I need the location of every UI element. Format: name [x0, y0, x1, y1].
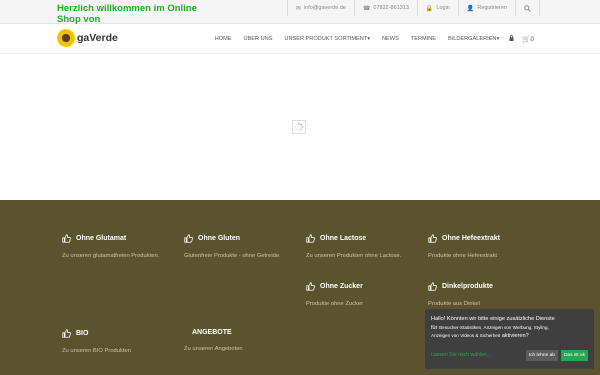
chevron-down-icon: ▾ [496, 36, 500, 42]
nav-termine[interactable]: TERMINE [405, 36, 442, 42]
feature-ohne-hefeextrakt[interactable]: Ohne Hefeextrakt Produkte ohne Hefeextra… [428, 234, 538, 260]
lock-icon: 🔒 [425, 5, 434, 12]
top-bar: Herzlich willkommen im Online Shop von ✉… [0, 0, 600, 25]
feature-title: Ohne Gluten [198, 235, 240, 242]
thumbs-up-icon [62, 234, 71, 243]
main-nav: HOME ÜBER UNS UNSER PRODUKT SORTIMENT▾ N… [209, 24, 538, 54]
feature-angebote[interactable]: ANGEBOTE Zu unseren Angeboten [184, 329, 294, 353]
thumbs-up-icon [306, 282, 315, 291]
login-link[interactable]: 🔒 Login [416, 0, 458, 16]
cart-button[interactable]: 🛒0 [518, 35, 538, 43]
nav-products-label: UNSER PRODUKT SORTIMENT [284, 36, 368, 42]
lock-icon [509, 35, 514, 41]
feature-title: Ohne Zucker [320, 283, 363, 290]
feature-title: BIO [76, 330, 89, 337]
nav-home[interactable]: HOME [209, 36, 238, 42]
feature-desc: Zu unseren Angeboten [184, 346, 243, 352]
feature-desc: Zu unseren BIO Produkten [62, 348, 131, 354]
phone-label: 07822-861313 [373, 5, 409, 11]
thumbs-up-icon [306, 234, 315, 243]
welcome-text: Herzlich willkommen im Online Shop von [57, 3, 197, 25]
phone-icon: ☎ [362, 5, 371, 12]
feature-ohne-gluten[interactable]: Ohne Gluten Glutenfreie Produkte - ohne … [184, 234, 294, 260]
user-icon: 👤 [466, 5, 475, 12]
nav-about[interactable]: ÜBER UNS [238, 36, 279, 42]
logo-text: gaVerde [77, 32, 118, 44]
cookie-actions: Lassen Sie mich wählen... Ich lehne ab D… [431, 348, 588, 362]
cookie-line-3-small: Anzeigen von Videos & Sicherheit [431, 333, 501, 338]
chevron-down-icon: ▾ [367, 36, 371, 42]
phone-link[interactable]: ☎ 07822-861313 [353, 0, 417, 16]
cookie-decline-button[interactable]: Ich lehne ab [525, 349, 558, 361]
main-header: gaVerde HOME ÜBER UNS UNSER PRODUKT SORT… [0, 24, 600, 54]
feature-title: ANGEBOTE [192, 329, 232, 336]
search-icon [524, 4, 531, 12]
email-link[interactable]: ✉ info@gaverde.de [286, 0, 354, 16]
feature-title: Dinkelprodukte [442, 283, 493, 290]
cookie-line-1: Hallo! Könnten wir bitte einige zusätzli… [431, 316, 555, 322]
feature-desc: Produkte aus Dinkel [428, 301, 480, 307]
thumbs-up-icon [62, 329, 71, 338]
top-links: ✉ info@gaverde.de ☎ 07822-861313 🔒 Login… [286, 0, 540, 16]
login-label: Login [436, 5, 450, 11]
feature-ohne-lactose[interactable]: Ohne Lactose Zu unseren Produkten ohne L… [306, 234, 416, 260]
nav-galleries[interactable]: BILDERGALERIEN▾ [442, 36, 505, 42]
feature-dinkelprodukte[interactable]: Dinkelprodukte Produkte aus Dinkel [428, 282, 538, 308]
feature-title: Ohne Glutamat [76, 235, 127, 242]
email-label: info@gaverde.de [303, 5, 346, 11]
feature-desc: Glutenfreie Produkte - ohne Getreide. [184, 253, 281, 259]
cookie-message: Hallo! Könnten wir bitte einige zusätzli… [431, 315, 588, 341]
loading-spinner-icon [292, 120, 306, 134]
feature-desc: Zu unseren glutamatfreien Produkten. [62, 253, 160, 259]
feature-desc: Zu unseren Produkten ohne Lactose. [306, 253, 402, 259]
nav-products[interactable]: UNSER PRODUKT SORTIMENT▾ [278, 36, 376, 42]
feature-bio[interactable]: BIO Zu unseren BIO Produkten [62, 329, 172, 355]
feature-ohne-zucker[interactable]: Ohne Zucker Produkte ohne Zucker [306, 282, 416, 308]
search-button[interactable] [515, 0, 540, 16]
sunflower-logo-icon [57, 29, 75, 47]
feature-title: Ohne Lactose [320, 235, 367, 242]
nav-galleries-label: BILDERGALERIEN [447, 36, 497, 42]
cookie-line-2-small: Besucher-Statistiken, Anzeigen von Werbu… [439, 324, 549, 330]
register-label: Registrieren [477, 5, 507, 11]
cookie-consent-dialog: Hallo! Könnten wir bitte einige zusätzli… [425, 309, 594, 369]
feature-ohne-glutamat[interactable]: Ohne Glutamat Zu unseren glutamatfreien … [62, 234, 172, 260]
envelope-icon: ✉ [295, 5, 301, 12]
register-link[interactable]: 👤 Registrieren [457, 0, 515, 16]
main-content [0, 55, 600, 200]
nav-news[interactable]: NEWS [376, 36, 405, 42]
feature-title: Ohne Hefeextrakt [442, 235, 500, 242]
cart-count: 0 [530, 36, 534, 43]
feature-desc: Produkte ohne Hefeextrakt [428, 253, 497, 259]
cookie-line-3-suffix: aktivieren? [501, 333, 529, 339]
cookie-choose-link[interactable]: Lassen Sie mich wählen... [431, 352, 526, 358]
cookie-accept-button[interactable]: Das ist ok [560, 349, 588, 361]
cookie-line-2-prefix: für [431, 324, 438, 331]
thumbs-up-icon [184, 234, 193, 243]
thumbs-up-icon [428, 282, 437, 291]
logo[interactable]: gaVerde [57, 29, 118, 47]
feature-desc: Produkte ohne Zucker [306, 301, 364, 307]
account-lock-button[interactable] [505, 35, 518, 43]
thumbs-up-icon [428, 234, 437, 243]
